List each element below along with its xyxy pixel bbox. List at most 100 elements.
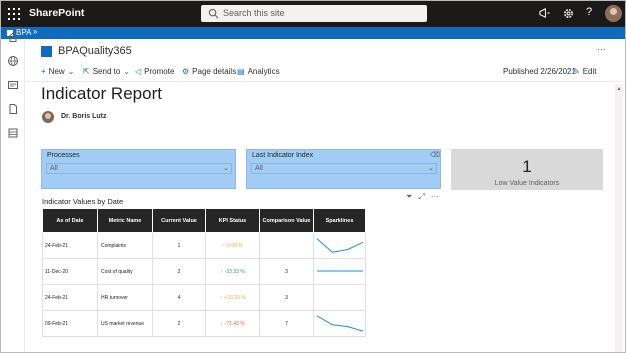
app-launcher-icon[interactable] — [7, 7, 21, 21]
metric-name-cell: Cost of quality — [97, 258, 153, 285]
comparison-value-cell: 3 — [259, 258, 314, 285]
page-details-button[interactable]: ⚙ Page details — [182, 67, 236, 76]
hub-nav-bar: BPA » — [1, 27, 625, 39]
sparkline-cell — [313, 258, 366, 285]
as-of-date-cell: 24-Feb-21 — [42, 284, 98, 311]
edit-button[interactable]: ✎ Edit — [573, 67, 597, 76]
settings-gear-icon[interactable] — [562, 7, 575, 20]
send-to-label: Send to — [92, 67, 121, 76]
send-to-button[interactable]: ⇱ Send to ⌄ — [83, 67, 130, 76]
megaphone-icon[interactable] — [538, 7, 551, 20]
slicer-title: Processes — [47, 152, 80, 159]
sparkline-path — [316, 314, 363, 332]
browser-frame: SharePoint Search this site ? BPA » BPAQ… — [0, 0, 626, 353]
as-of-date-cell: 24-Feb-21 — [42, 232, 98, 259]
sparkline — [316, 237, 363, 253]
kpi-status-icon: ○ — [222, 242, 226, 249]
column-header[interactable]: Metric Name — [97, 208, 153, 233]
new-label: New — [48, 67, 65, 76]
lists-icon[interactable] — [7, 127, 19, 139]
dropdown-value: All — [255, 165, 263, 172]
more-options-icon[interactable]: ··· — [431, 192, 439, 201]
chevron-down-icon: ⌄ — [223, 165, 229, 172]
search-input[interactable]: Search this site — [201, 5, 427, 22]
table-row[interactable]: 09-Feb-21 US market revenue 2 ↓ -71.43 % 7 — [42, 310, 366, 337]
slicer-title: Last Indicator Index — [252, 152, 314, 159]
table-visual-title: Indicator Values by Date — [42, 197, 124, 206]
analytics-icon: ▤ — [237, 67, 245, 76]
edit-label: Edit — [582, 67, 597, 76]
as-of-date-cell: 09-Feb-21 — [42, 310, 98, 337]
column-header[interactable]: As of Date — [42, 208, 98, 233]
sparkline-path — [316, 237, 363, 253]
search-icon — [208, 8, 219, 19]
user-avatar[interactable] — [605, 5, 622, 22]
column-header[interactable]: Current Value — [152, 208, 206, 233]
as-of-date-cell: 11-Dec-20 — [42, 258, 98, 285]
last-indicator-index-slicer: Last Indicator Index ⌫ All ⌄ — [246, 149, 441, 189]
sparkline — [316, 270, 363, 271]
sparkline — [316, 314, 363, 332]
kpi-status-value: +33.33 % — [224, 294, 246, 301]
pencil-icon: ✎ — [573, 67, 580, 76]
page-scrollbar[interactable]: ▲ — [615, 84, 623, 352]
sparkline-cell — [313, 284, 366, 311]
suite-bar: SharePoint Search this site ? — [1, 1, 625, 27]
site-title[interactable]: BPAQuality365 — [58, 45, 132, 57]
metric-name-cell: HR turnover — [97, 284, 153, 311]
visual-header-toolbar: ⏷ ⤢ ··· — [406, 192, 445, 202]
column-header[interactable]: Sparklines — [313, 208, 366, 233]
app-name[interactable]: SharePoint — [29, 7, 84, 19]
author-name[interactable]: Dr. Boris Lutz — [61, 113, 107, 120]
processes-slicer: Processes All ⌄ — [41, 149, 236, 189]
sparkline-cell — [313, 310, 366, 337]
current-value-cell: 4 — [152, 284, 206, 311]
new-button[interactable]: + New ⌄ — [41, 67, 74, 76]
gear-icon: ⚙ — [182, 67, 190, 76]
filter-icon[interactable]: ⏷ — [406, 192, 412, 201]
focus-mode-icon[interactable]: ⤢ — [418, 192, 424, 201]
command-bar: + New ⌄ ⇱ Send to ⌄ ◁ Promote ⚙ Page details ▤… — [25, 64, 625, 82]
clear-selections-icon[interactable]: ⌫ — [430, 151, 440, 159]
home-icon[interactable] — [7, 31, 19, 43]
double-chevron-icon[interactable]: » — [33, 27, 37, 36]
kpi-status-cell: ↑ -33.33 % — [205, 258, 260, 285]
current-value-cell: 2 — [152, 258, 206, 285]
dropdown-value: All — [50, 165, 58, 172]
scroll-up-arrow-icon[interactable]: ▲ — [615, 86, 623, 92]
published-status: Published 2/26/2021 — [503, 67, 576, 76]
comparison-value-cell: 7 — [259, 310, 314, 337]
kpi-status-icon: ↓ — [220, 320, 223, 327]
kpi-status-value: -33.33 % — [224, 268, 245, 275]
table-row[interactable]: 24-Feb-21 Complaints 1 ○ 0.00 % — [42, 232, 366, 259]
document-icon[interactable] — [7, 103, 19, 115]
search-placeholder: Search this site — [223, 8, 285, 18]
table-header-row: As of Date Metric Name Current Value KPI… — [42, 208, 366, 233]
last-indicator-index-dropdown[interactable]: All ⌄ — [251, 163, 437, 174]
site-logo-icon[interactable] — [41, 46, 52, 57]
processes-dropdown[interactable]: All ⌄ — [46, 163, 232, 174]
column-header[interactable]: KPI Status — [205, 208, 260, 233]
chevron-down-icon: ⌄ — [428, 165, 434, 172]
chevron-down-icon: ⌄ — [123, 67, 130, 76]
share-icon: ⇱ — [83, 67, 90, 76]
analytics-button[interactable]: ▤ Analytics — [237, 67, 280, 76]
globe-icon[interactable] — [7, 55, 19, 67]
news-icon[interactable] — [7, 79, 19, 91]
table-row[interactable]: 24-Feb-21 HR turnover 4 ○ +33.33 % 3 — [42, 284, 366, 311]
megaphone-icon: ◁ — [135, 67, 142, 76]
site-more-button[interactable]: ··· — [597, 44, 606, 54]
comparison-value-cell: 3 — [259, 284, 314, 311]
column-header[interactable]: Comparison Value — [259, 208, 314, 233]
current-value-cell: 2 — [152, 310, 206, 337]
comparison-value-cell — [259, 232, 314, 259]
kpi-status-value: -71.43 % — [224, 320, 245, 327]
kpi-status-cell: ○ 0.00 % — [205, 232, 260, 259]
help-icon[interactable]: ? — [586, 6, 592, 18]
table-row[interactable]: 11-Dec-20 Cost of quality 2 ↑ -33.33 % 3 — [42, 258, 366, 285]
author-avatar[interactable] — [42, 111, 54, 123]
page-title: Indicator Report — [41, 84, 162, 103]
promote-button[interactable]: ◁ Promote — [135, 67, 174, 76]
current-value-cell: 1 — [152, 232, 206, 259]
kpi-status-cell: ↓ -71.43 % — [205, 310, 260, 337]
